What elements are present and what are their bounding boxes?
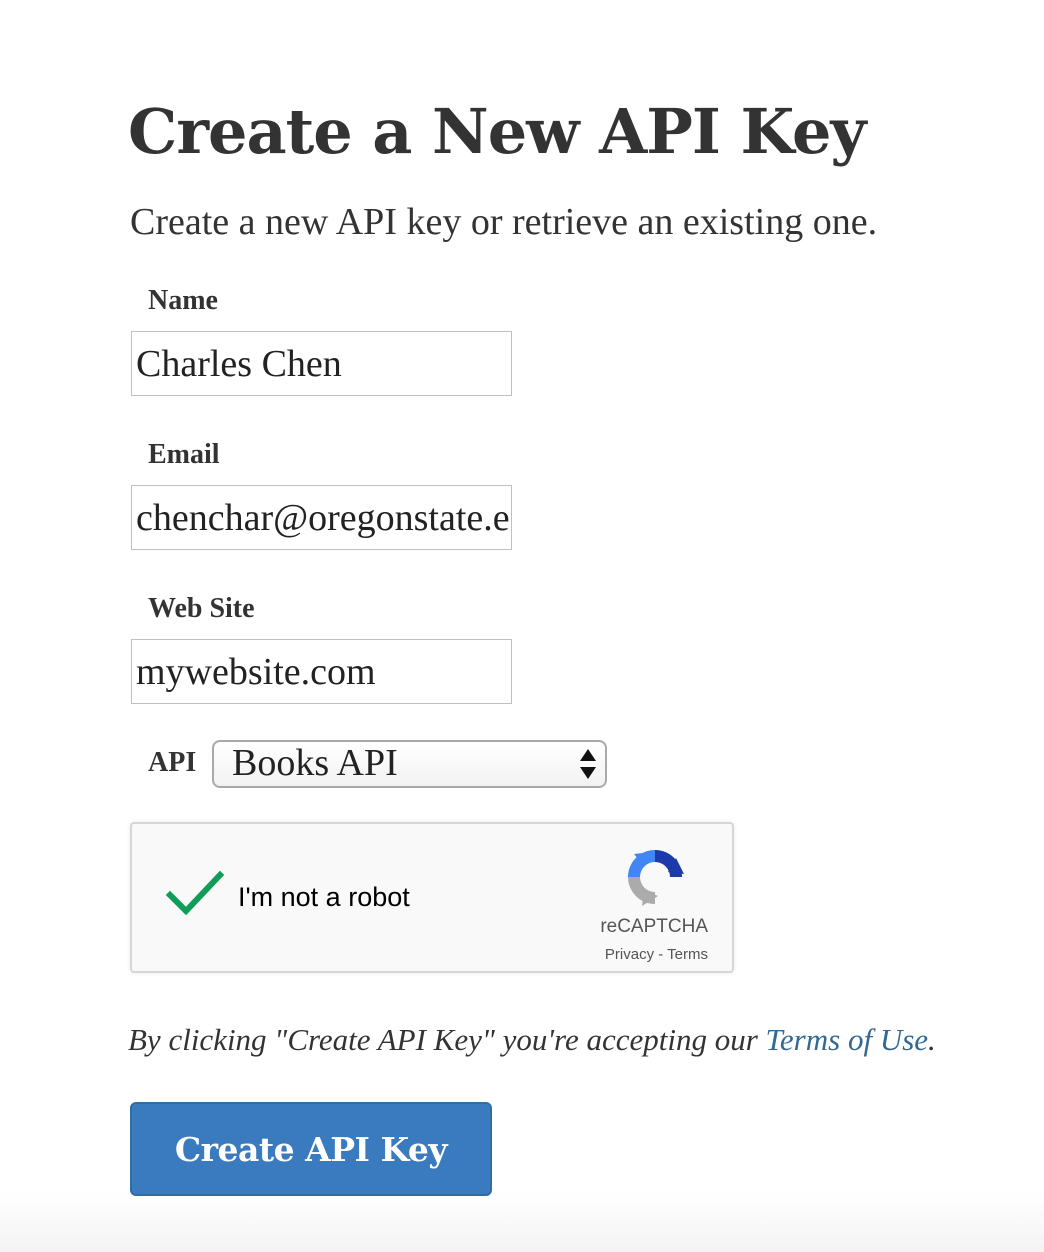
api-select[interactable]: Books API xyxy=(212,740,607,788)
name-label: Name xyxy=(148,285,218,316)
page-subtitle: Create a new API key or retrieve an exis… xyxy=(130,201,878,243)
name-field[interactable] xyxy=(131,331,512,396)
email-label: Email xyxy=(148,439,220,470)
checkmark-icon[interactable] xyxy=(164,869,224,917)
website-label: Web Site xyxy=(148,593,255,624)
page-bottom-shade xyxy=(0,1192,1044,1252)
recaptcha-terms-link[interactable]: Terms xyxy=(667,946,708,963)
website-field[interactable] xyxy=(131,639,512,704)
terms-note-suffix: . xyxy=(928,1022,936,1057)
select-arrows-icon xyxy=(580,749,596,779)
recaptcha-links: Privacy - Terms xyxy=(605,946,708,964)
recaptcha-widget: I'm not a robot reCAPTCHA Privacy - Term… xyxy=(130,822,734,973)
email-field[interactable] xyxy=(131,485,512,550)
recaptcha-privacy-link[interactable]: Privacy xyxy=(605,946,654,963)
terms-note: By clicking "Create API Key" you're acce… xyxy=(128,1020,936,1060)
recaptcha-link-separator: - xyxy=(654,946,668,963)
api-select-value: Books API xyxy=(232,742,398,784)
recaptcha-logo-icon xyxy=(628,850,684,906)
page-title: Create a New API Key xyxy=(128,95,866,168)
create-api-key-button[interactable]: Create API Key xyxy=(130,1102,492,1196)
api-label: API xyxy=(148,747,197,778)
terms-of-use-link[interactable]: Terms of Use xyxy=(766,1022,929,1057)
recaptcha-brand: reCAPTCHA xyxy=(600,916,708,937)
recaptcha-label: I'm not a robot xyxy=(238,882,410,912)
terms-note-prefix: By clicking "Create API Key" you're acce… xyxy=(128,1022,766,1057)
